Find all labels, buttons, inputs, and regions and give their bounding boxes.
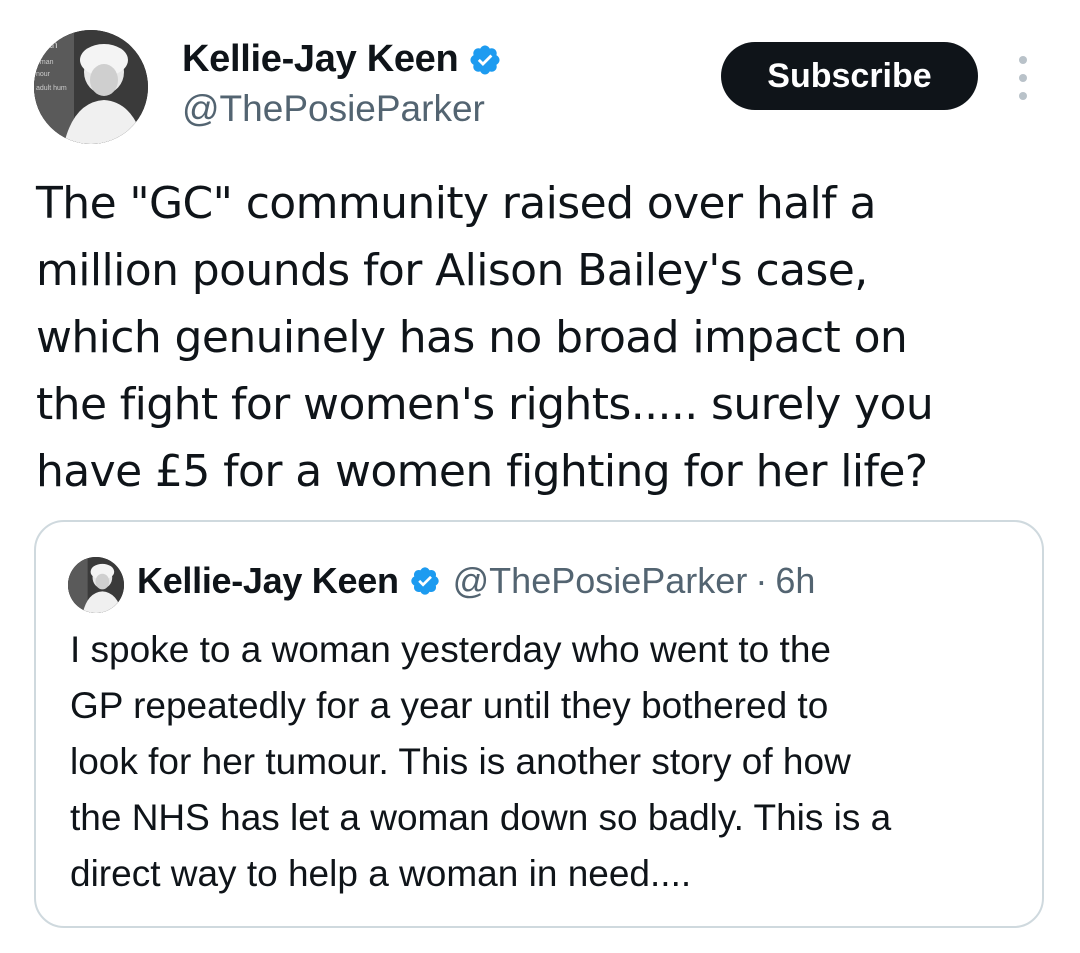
verified-badge-icon bbox=[470, 44, 500, 75]
author-name[interactable]: Kellie-Jay Keen bbox=[182, 38, 502, 81]
more-dot bbox=[1019, 56, 1027, 64]
quoted-author-avatar[interactable] bbox=[68, 557, 124, 613]
quoted-tweet-time[interactable]: 6h bbox=[775, 560, 815, 602]
more-dot bbox=[1019, 92, 1027, 100]
quoted-avatar-image bbox=[68, 557, 124, 613]
avatar-image: man oman nour adult hum bbox=[34, 30, 148, 144]
quoted-author-handle[interactable]: @ThePosieParker bbox=[453, 560, 748, 602]
svg-text:oman: oman bbox=[36, 59, 54, 66]
quoted-tweet-text: I spoke to a woman yesterday who went to… bbox=[70, 629, 892, 894]
author-avatar[interactable]: man oman nour adult hum bbox=[34, 30, 148, 144]
quoted-author-name[interactable]: Kellie-Jay Keen bbox=[137, 560, 399, 602]
author-handle[interactable]: @ThePosieParker bbox=[182, 88, 485, 130]
more-dot bbox=[1019, 74, 1027, 82]
verified-badge-icon bbox=[410, 567, 439, 595]
quoted-tweet-card[interactable]: Kellie-Jay Keen @ThePosieParker · 6h I s… bbox=[34, 520, 1044, 928]
avatar-lettering: man bbox=[38, 40, 57, 51]
separator-dot: · bbox=[755, 560, 768, 601]
quoted-tweet-header: Kellie-Jay Keen @ThePosieParker · 6h bbox=[137, 560, 815, 602]
svg-text:adult hum: adult hum bbox=[36, 85, 67, 92]
subscribe-button[interactable]: Subscribe bbox=[721, 42, 978, 110]
tweet-text: The "GC" community raised over half a mi… bbox=[36, 178, 934, 497]
more-vertical-icon[interactable] bbox=[1010, 56, 1036, 100]
author-name-text: Kellie-Jay Keen bbox=[182, 38, 459, 80]
svg-text:nour: nour bbox=[36, 71, 51, 78]
